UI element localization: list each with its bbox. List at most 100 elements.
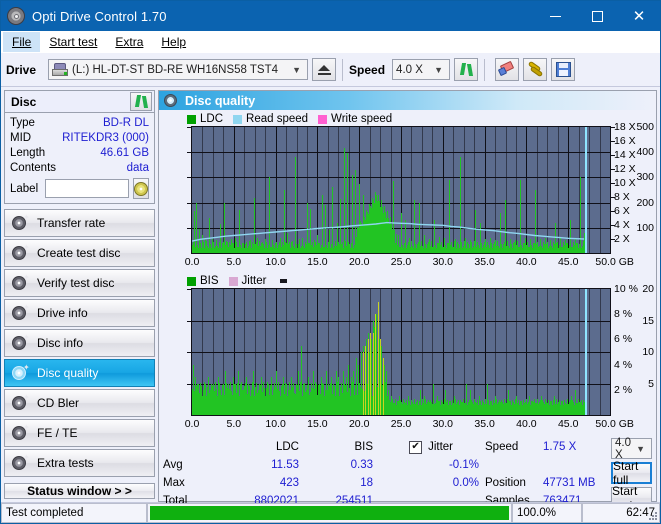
erase-button[interactable] [495, 58, 520, 81]
refresh-button[interactable] [454, 58, 479, 81]
meta-label-position: Position [485, 477, 526, 489]
chevron-down-icon: ▼ [636, 443, 645, 454]
y-tick-mark [187, 152, 191, 154]
jitter-swatch [228, 276, 238, 286]
x-tick-label: 20.0 [348, 418, 370, 430]
sidebar-item-verify-test-disc[interactable]: ✦ Verify test disc [4, 269, 155, 297]
menu-item-file[interactable]: File [3, 32, 41, 52]
jitter-checkbox[interactable]: ✔ [409, 440, 423, 454]
sidebar-item-cd-bler[interactable]: ✦ CD Bler [4, 389, 155, 417]
bar [375, 314, 376, 415]
charts-area: LDC Read speed Write speed 100 200 300 400 5… [159, 110, 656, 434]
bar [365, 345, 366, 415]
y-tick-mark [187, 352, 191, 353]
drive-select[interactable]: (L:) HL-DT-ST BD-RE WH16NS58 TST4 ▼ [48, 59, 309, 80]
test-speed-select[interactable]: 4.0 X ▼ [611, 436, 652, 461]
write-speed-swatch [318, 114, 328, 124]
disc-row-contents: Contents data [10, 161, 149, 176]
y-tick-mark [187, 227, 191, 229]
sidebar-item-create-test-disc[interactable]: ✦ Create test disc [4, 239, 155, 267]
minimize-button[interactable] [534, 1, 576, 31]
sidebar-item-drive-info[interactable]: ✦ Drive info [4, 299, 155, 327]
x-tick-label: 5.0 [226, 418, 242, 430]
legend-item-ldc: LDC [187, 113, 223, 125]
x-tick-label: 15.0 [307, 256, 328, 268]
stats-avg-bis: 0.33 [350, 459, 373, 471]
meta-value-speed: 1.75 X [543, 441, 577, 453]
ldc-chart-plot [191, 126, 611, 254]
progress-fill [150, 506, 509, 520]
sidebar-item-disc-info[interactable]: ✦ Disc info [4, 329, 155, 357]
x-tick-label: 25.0 [390, 256, 412, 268]
x-tick-label: 0.0 [184, 418, 200, 430]
legend-label-read-speed: Read speed [246, 113, 309, 125]
cd-icon [134, 181, 149, 196]
disc-label-input[interactable] [45, 179, 130, 198]
ldc-chart[interactable]: 100 200 300 400 500 2 X4 X6 X8 X 10 X 12 X 14 X1… [161, 121, 654, 272]
speed-select[interactable]: 4.0 X ▼ [392, 59, 451, 80]
x-tick-label: 40.0 [516, 256, 537, 268]
close-button[interactable]: ✕ [618, 1, 660, 31]
jitter-range-marker [280, 279, 288, 283]
sidebar-label-cd-bler: CD Bler [37, 396, 80, 410]
maximize-button[interactable] [576, 1, 618, 31]
sidebar-label-fe-te: FE / TE [37, 426, 78, 440]
y-tick-mark [187, 383, 191, 385]
app-window: Opti Drive Control 1.70 ✕ File Start tes… [0, 0, 661, 524]
eject-button[interactable] [312, 58, 337, 81]
menu-bar: File Start test Extra Help [1, 31, 660, 53]
sidebar-item-transfer-rate[interactable]: ✦ Transfer rate [4, 209, 155, 237]
menu-item-help[interactable]: Help [152, 32, 195, 52]
start-full-button[interactable]: Start full [611, 459, 652, 487]
sidebar-item-extra-tests[interactable]: ✦ Extra tests [4, 449, 155, 477]
y2-tick-label: 2 % [614, 383, 633, 396]
stats-header-row: LDC BIS ✔ Jitter [163, 438, 485, 456]
y2-tick-label: 10 % [614, 283, 638, 295]
disc-row-type: Type BD-R DL [10, 116, 149, 131]
check-icon: ✔ [411, 441, 420, 452]
stats-max-bis: 18 [360, 477, 373, 489]
x-tick-label: 15.0 [307, 418, 328, 430]
stats-row-max: Max 423 18 0.0% [163, 474, 485, 492]
bar [373, 333, 374, 415]
x-tick-label: 0.0 [184, 256, 200, 268]
x-tick-label: 35.0 [474, 256, 495, 268]
sidebar-item-disc-quality[interactable]: ✦ Disc quality [4, 359, 155, 387]
bis-legend: BIS Jitter [161, 274, 654, 288]
y-tick-mark [187, 320, 191, 322]
y2-tick-mark [611, 141, 615, 142]
position-cursor [585, 127, 587, 253]
eraser-icon [497, 60, 515, 77]
optical-drive-icon [52, 63, 69, 76]
disc-icon: ✦ [11, 213, 30, 232]
sidebar-label-disc-info: Disc info [37, 336, 84, 350]
x-tick-label: 5.0 [226, 256, 242, 268]
disc-info-button[interactable] [133, 178, 150, 199]
menu-item-extra[interactable]: Extra [106, 32, 152, 52]
meta-row-speed: Speed 1.75 X [485, 438, 605, 456]
sidebar-item-fe-te[interactable]: ✦ FE / TE [4, 419, 155, 447]
disc-quality-icon [164, 93, 178, 108]
disc-panel-title: Disc [11, 94, 37, 109]
disc-icon: ✦ [11, 303, 30, 322]
save-button[interactable] [551, 58, 576, 81]
bis-jitter-chart[interactable]: 5 10 15 20 2 % 4 % 6 % 8 % 10 % 0.0 5.0 10.0 15.0 20.… [161, 283, 654, 434]
menu-item-start-test[interactable]: Start test [40, 32, 106, 52]
bar [368, 339, 369, 415]
legend-label-write-speed: Write speed [331, 113, 393, 125]
tools-button[interactable] [523, 58, 548, 81]
status-window-button[interactable]: Status window > > [4, 483, 155, 499]
resize-grip-icon[interactable] [647, 510, 657, 520]
refresh-disc-button[interactable] [130, 92, 152, 111]
sidebar-label-extra-tests: Extra tests [37, 456, 94, 470]
disc-icon: ✦ [11, 333, 30, 352]
stats-meta: Speed 1.75 X Position 47731 MB Samples 7… [485, 438, 605, 507]
progress-bar [147, 503, 512, 523]
stats-avg-ldc: 11.53 [271, 459, 299, 471]
floppy-save-icon [555, 62, 571, 77]
bis-swatch [187, 276, 196, 286]
test-speed-value: 4.0 X [615, 436, 631, 461]
chevron-down-icon: ▼ [292, 64, 302, 75]
disc-length-value: 46.61 GB [100, 147, 149, 159]
legend-label-jitter: Jitter [241, 275, 267, 287]
